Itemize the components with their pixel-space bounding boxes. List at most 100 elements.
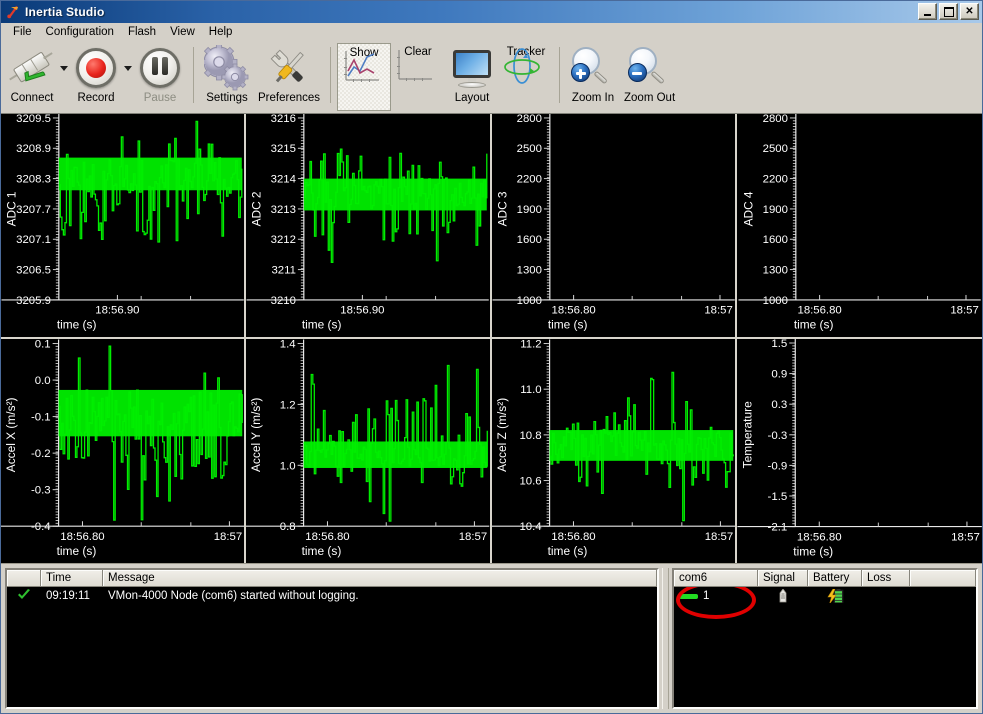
- svg-text:1000: 1000: [762, 295, 787, 307]
- svg-text:0.9: 0.9: [771, 368, 787, 380]
- menu-item-flash[interactable]: Flash: [121, 25, 163, 39]
- log-row[interactable]: 09:19:11 VMon-4000 Node (com6) started w…: [7, 587, 657, 605]
- window-title: Inertia Studio: [25, 5, 105, 19]
- plot-accel-x[interactable]: 0.1 0.0 -0.1 -0.2 -0.3 -0.4 18:56.80 18:57 time …: [1, 338, 247, 563]
- svg-text:18:57: 18:57: [459, 531, 488, 543]
- log-column-status[interactable]: [7, 570, 41, 586]
- settings-label: Settings: [206, 92, 248, 104]
- node-id-cell: 1: [674, 590, 758, 602]
- svg-text:18:57: 18:57: [704, 531, 733, 543]
- svg-text:time (s): time (s): [547, 318, 587, 332]
- magnifier-minus-icon: [627, 45, 673, 91]
- menu-item-view[interactable]: View: [163, 25, 202, 39]
- layout-button[interactable]: Layout: [445, 43, 499, 111]
- panel-splitter[interactable]: [662, 568, 669, 709]
- connect-plug-check-icon: [9, 45, 55, 91]
- zoom-in-label: Zoom In: [571, 92, 615, 104]
- svg-text:-0.3: -0.3: [767, 429, 787, 441]
- svg-text:-2.1: -2.1: [767, 521, 787, 533]
- svg-text:time (s): time (s): [794, 318, 834, 332]
- svg-text:-0.4: -0.4: [31, 521, 51, 533]
- plot-row-bottom: 0.1 0.0 -0.1 -0.2 -0.3 -0.4 18:56.80 18:57 time …: [1, 338, 982, 563]
- plot-accel-y[interactable]: 1.4 1.2 1.0 0.8 18:56.80 18:57 time (s) Accel Y…: [246, 338, 492, 563]
- svg-text:3208.3: 3208.3: [16, 174, 51, 186]
- plot-adc-3[interactable]: 2800 2500 2200 1900 1600 1300 1000 18:56.80 18:5…: [491, 114, 737, 339]
- svg-text:3208.9: 3208.9: [16, 143, 51, 155]
- menu-item-file[interactable]: File: [6, 25, 39, 39]
- svg-text:3211: 3211: [272, 265, 296, 277]
- log-column-time[interactable]: Time: [41, 570, 103, 586]
- svg-text:3213: 3213: [271, 204, 296, 216]
- svg-text:1600: 1600: [762, 234, 787, 246]
- node-column-com6[interactable]: com6: [674, 570, 758, 586]
- svg-text:1900: 1900: [516, 204, 541, 216]
- zoom-in-button[interactable]: Zoom In: [566, 43, 620, 111]
- menu-bar: File Configuration Flash View Help: [1, 23, 982, 41]
- svg-text:time (s): time (s): [547, 544, 587, 558]
- svg-text:Accel Y (m/s²): Accel Y (m/s²): [249, 397, 263, 471]
- battery-charging-icon: [827, 589, 844, 603]
- record-dropdown-arrow[interactable]: [123, 43, 133, 111]
- pause-label: Pause: [143, 92, 177, 104]
- svg-text:3212: 3212: [271, 234, 296, 246]
- node-panel: com6 Signal Battery Loss 1: [672, 568, 978, 709]
- zoom-out-button[interactable]: Zoom Out: [620, 43, 679, 111]
- minimize-button[interactable]: [918, 3, 937, 20]
- svg-text:2500: 2500: [762, 143, 787, 155]
- wrench-screwdriver-icon: [266, 45, 312, 91]
- svg-text:1900: 1900: [762, 204, 787, 216]
- svg-text:3207.7: 3207.7: [16, 204, 51, 216]
- svg-text:3214: 3214: [271, 174, 296, 186]
- svg-text:0.1: 0.1: [35, 339, 51, 350]
- menu-item-configuration[interactable]: Configuration: [39, 25, 121, 39]
- node-column-loss[interactable]: Loss: [862, 570, 910, 586]
- svg-text:3210: 3210: [271, 295, 296, 307]
- node-row[interactable]: 1: [674, 587, 976, 605]
- svg-text:18:57: 18:57: [214, 531, 243, 543]
- plot-row-top: 3209.5 3208.9 3208.3 3207.7 3207.1 3206.5 3205…: [1, 114, 982, 339]
- gears-icon: [204, 45, 250, 91]
- svg-text:10.8: 10.8: [519, 429, 541, 441]
- maximize-button[interactable]: [939, 3, 958, 20]
- menu-item-help[interactable]: Help: [202, 25, 240, 39]
- node-column-spare[interactable]: [910, 570, 976, 586]
- toolbar-separator-1: [193, 47, 194, 103]
- plot-accel-z[interactable]: 11.2 11.0 10.8 10.6 10.4 18:56.80 18:57 time (s…: [491, 338, 737, 563]
- toolbar: Connect Record Pause Settings Preference…: [1, 41, 982, 113]
- line-chart-icon: [340, 47, 382, 87]
- record-button[interactable]: Record: [69, 43, 123, 111]
- node-id-label: 1: [703, 590, 710, 602]
- svg-text:1000: 1000: [516, 295, 541, 307]
- svg-text:1.2: 1.2: [280, 399, 296, 411]
- plot-adc-4[interactable]: 2800 2500 2200 1900 1600 1300 1000 18:56.80 18:5…: [736, 114, 982, 339]
- clear-button[interactable]: Clear: [391, 43, 445, 111]
- plot-adc-1[interactable]: 3209.5 3208.9 3208.3 3207.7 3207.1 3206.5 3205…: [1, 114, 247, 339]
- svg-text:Temperature: Temperature: [740, 400, 754, 468]
- svg-text:time (s): time (s): [302, 318, 342, 332]
- svg-text:18:56.80: 18:56.80: [797, 305, 841, 317]
- svg-text:1.0: 1.0: [280, 460, 296, 472]
- plot-adc-2[interactable]: 3216 3215 3214 3213 3212 3211 3210 18:56.90 time…: [246, 114, 492, 339]
- title-bar: Inertia Studio ✕: [1, 1, 982, 23]
- connect-button[interactable]: Connect: [5, 43, 59, 111]
- green-dash-icon: [679, 593, 698, 599]
- svg-text:-0.2: -0.2: [31, 448, 51, 460]
- node-column-battery[interactable]: Battery: [808, 570, 862, 586]
- log-column-message[interactable]: Message: [103, 570, 657, 586]
- bottom-panels: Time Message 09:19:11 VMon-4000 Node (co…: [1, 563, 982, 713]
- tracker-button[interactable]: Tracker: [499, 43, 553, 111]
- pause-button[interactable]: Pause: [133, 43, 187, 111]
- svg-text:18:57: 18:57: [951, 531, 980, 543]
- preferences-button[interactable]: Preferences: [254, 43, 324, 111]
- close-button[interactable]: ✕: [960, 3, 979, 20]
- svg-text:0.8: 0.8: [280, 521, 296, 533]
- node-body[interactable]: 1: [674, 587, 976, 707]
- svg-text:ADC 1: ADC 1: [4, 191, 18, 226]
- node-column-signal[interactable]: Signal: [758, 570, 808, 586]
- svg-text:-0.3: -0.3: [31, 484, 51, 496]
- plot-temperature[interactable]: 1.5 0.9 0.3 -0.3 -0.9 -1.5 -2.1 18:56.80 18:57 ti…: [736, 338, 982, 563]
- settings-button[interactable]: Settings: [200, 43, 254, 111]
- show-button[interactable]: Show: [337, 43, 392, 111]
- svg-text:1600: 1600: [516, 234, 541, 246]
- log-body[interactable]: 09:19:11 VMon-4000 Node (com6) started w…: [7, 587, 657, 707]
